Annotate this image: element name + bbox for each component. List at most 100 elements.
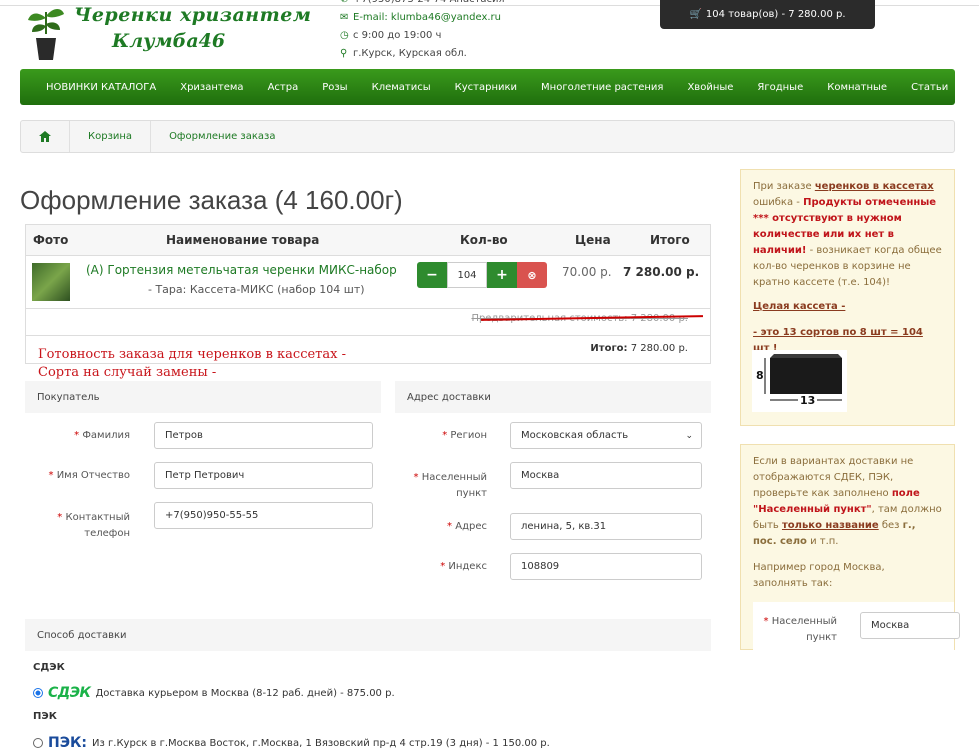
cart-button[interactable]: 🛒 104 товар(ов) - 7 280.00 р. (660, 0, 875, 29)
note-readiness: Готовность заказа для черенков в кассета… (38, 347, 346, 362)
region-select-value: Московская область (521, 430, 629, 441)
phone-text: +7(950)873-24-74 Анастасия (353, 0, 505, 9)
email-link[interactable]: E-mail: klumba46@yandex.ru (353, 9, 501, 27)
pek-option[interactable]: ПЭК: Из г.Курск в г.Москва Восток, г.Мос… (33, 735, 550, 750)
delivery-hint-text: Если в вариантах доставки не отображаютс… (753, 456, 942, 547)
breadcrumb-checkout[interactable]: Оформление заказа (151, 121, 293, 152)
nav-item[interactable]: Кустарники (443, 82, 529, 93)
name-label: * Имя Отчество (48, 470, 131, 481)
index-input[interactable]: 108809 (510, 553, 702, 580)
pek-option-label: Из г.Курск в г.Москва Восток, г.Москва, … (92, 737, 550, 749)
example-label: * Населенный пункт (763, 616, 838, 643)
header-qty: Кол-во (460, 233, 508, 247)
cart-table-header: Фото Наименование товара Кол-во Цена Ито… (26, 225, 710, 256)
hours-row: ◷ с 9:00 до 19:00 ч (340, 27, 505, 45)
city-input[interactable]: Москва (510, 462, 702, 489)
surname-input[interactable]: Петров (154, 422, 373, 449)
page-title: Оформление заказа (4 160.00г) (20, 185, 403, 215)
product-name-link[interactable]: (А) Гортензия метельчатая черенки МИКС-н… (86, 263, 397, 277)
home-icon (39, 131, 51, 142)
nav-item[interactable]: Астра (256, 82, 311, 93)
address-label: * Адрес (447, 521, 487, 532)
breadcrumb-home[interactable] (21, 121, 70, 152)
remove-item-button[interactable]: ⊗ (517, 262, 547, 288)
buyer-panel: Покупатель * Фамилия Петров * Имя Отчест… (25, 381, 381, 541)
email-row[interactable]: ✉ E-mail: klumba46@yandex.ru (340, 9, 505, 27)
cart-icon: 🛒 (689, 9, 702, 20)
increase-qty-button[interactable]: + (487, 262, 517, 288)
pek-radio[interactable] (33, 738, 43, 748)
cdek-option-label: Доставка курьером в Москва (8-12 раб. дн… (95, 687, 395, 699)
flower-pot-icon (28, 9, 64, 60)
order-notes: Готовность заказа для черенков в кассета… (38, 346, 346, 382)
delivery-address-heading: Адрес доставки (395, 381, 711, 413)
region-select[interactable]: Московская область ⌄ (510, 422, 702, 449)
cdek-radio[interactable] (33, 688, 43, 698)
example-input: Москва (860, 612, 960, 639)
delivery-hint-example: Например город Москва, заполнять так: (753, 562, 885, 589)
quantity-input[interactable]: 104 (447, 262, 487, 288)
nav-item[interactable]: Клематисы (360, 82, 443, 93)
delivery-address-panel: Адрес доставки * Регион Московская облас… (395, 381, 711, 591)
delivery-hint-box: Если в вариантах доставки не отображаютс… (740, 444, 960, 657)
header-price: Цена (575, 233, 611, 247)
nav-item[interactable]: Комнатные (815, 82, 899, 93)
nav-item[interactable]: Статьи (899, 82, 960, 93)
item-total: 7 280.00 р. (623, 265, 700, 279)
city-label: * Населенный пункт (413, 472, 488, 499)
address-input[interactable]: ленина, 5, кв.31 (510, 513, 702, 540)
header-contacts: ✆+7(950)873-24-74 Анастасия ✉ E-mail: klu… (340, 0, 505, 63)
address-row: ⚲ г.Курск, Курская обл. (340, 45, 505, 63)
phone-input[interactable]: +7(950)950-55-55 (154, 502, 373, 529)
breadcrumb: Корзина Оформление заказа (20, 120, 955, 153)
grand-total-value: 7 280.00 р. (630, 343, 688, 354)
cassette-cols-label: 13 (798, 394, 818, 407)
surname-label: * Фамилия (74, 430, 130, 441)
chevron-down-icon: ⌄ (685, 430, 693, 441)
item-price: 70.00 р. (562, 265, 612, 279)
logo-title: Черенки хризантем (74, 4, 312, 26)
region-label: * Регион (442, 430, 487, 441)
whole-cassette-link[interactable]: Целая кассета - (753, 301, 845, 312)
clock-icon: ◷ (340, 30, 349, 41)
phone-label: * Контактный телефон (57, 512, 130, 539)
name-input[interactable]: Петр Петрович (154, 462, 373, 489)
cart-table: Фото Наименование товара Кол-во Цена Ито… (25, 224, 711, 364)
quantity-stepper: − 104 + ⊗ (417, 262, 547, 288)
nav-item[interactable]: Хвойные (675, 82, 745, 93)
cdek-logo: СДЭК (48, 685, 91, 701)
map-marker-icon: ⚲ (340, 48, 348, 59)
pek-logo: ПЭК: (48, 735, 88, 750)
nav-item[interactable]: Хризантема (168, 82, 255, 93)
row-divider-2 (26, 335, 710, 336)
header-total: Итого (650, 233, 690, 247)
logo-subtitle: Клумба46 (112, 30, 226, 52)
cassette-link[interactable]: черенков в кассетах (815, 181, 934, 192)
shipping-heading: Способ доставки (25, 619, 711, 651)
phone-row: ✆+7(950)873-24-74 Анастасия (340, 0, 505, 9)
hours-text: с 9:00 до 19:00 ч (353, 30, 442, 41)
note-replacement: Сорта на случай замены - (38, 365, 217, 380)
cdek-group-label: СДЭК (33, 662, 65, 673)
cassette-diagram: 8 13 (752, 350, 847, 412)
header-name: Наименование товара (166, 233, 320, 247)
nav-item[interactable]: НОВИНКИ КАТАЛОГА (34, 82, 168, 93)
grand-total: Итого: 7 280.00 р. (590, 343, 688, 354)
cassette-rows-label: 8 (756, 369, 764, 382)
decrease-qty-button[interactable]: − (417, 262, 447, 288)
cassette-info-text: При заказе черенков в кассетах ошибка - … (753, 181, 942, 288)
cart-button-label: 104 товар(ов) - 7 280.00 р. (705, 9, 846, 20)
cdek-option[interactable]: СДЭК Доставка курьером в Москва (8-12 ра… (33, 685, 395, 701)
main-navbar: НОВИНКИ КАТАЛОГА Хризантема Астра Розы Клема… (20, 69, 955, 105)
pek-group-label: ПЭК (33, 711, 57, 722)
breadcrumb-cart[interactable]: Корзина (70, 121, 152, 152)
nav-item[interactable]: Ягодные (745, 82, 815, 93)
only-name-link[interactable]: только название (782, 520, 879, 531)
grand-total-label: Итого: (590, 343, 628, 354)
nav-item[interactable]: Многолетние растения (529, 82, 675, 93)
example-field: * Населенный пункт Москва (753, 602, 960, 657)
nav-item[interactable]: Розы (310, 82, 359, 93)
row-divider (26, 308, 710, 309)
product-thumbnail[interactable] (32, 263, 70, 301)
header-photo: Фото (33, 233, 69, 247)
